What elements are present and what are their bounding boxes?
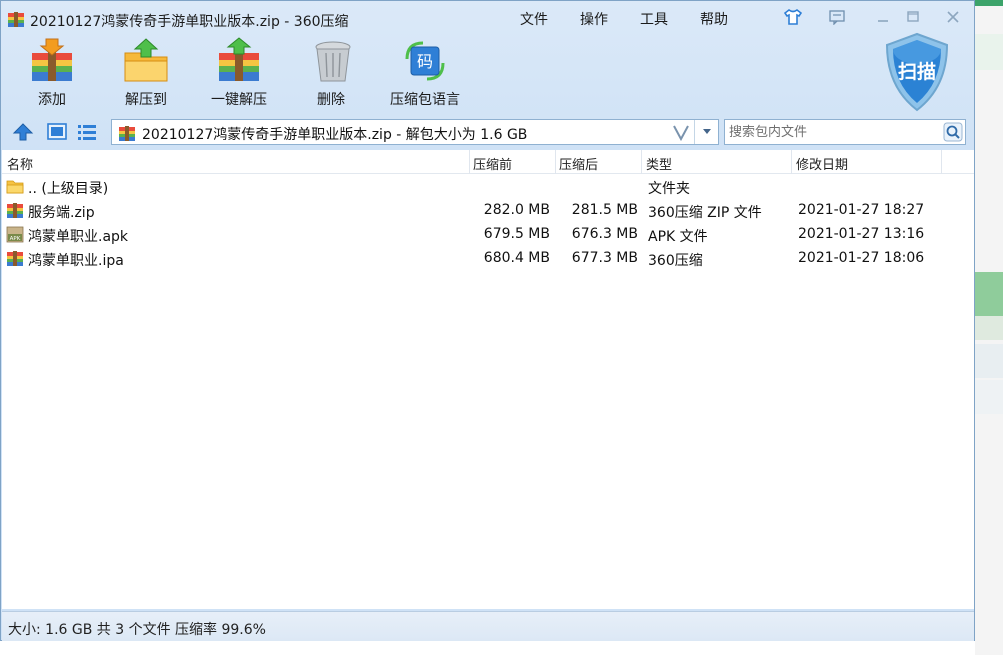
file-list[interactable]: 名称 压缩前 压缩后 类型 修改日期 .. (上级目录) 文件夹 服务端.zip…: [2, 150, 974, 609]
svg-text:码: 码: [417, 52, 433, 71]
search-icon[interactable]: [943, 122, 963, 142]
up-arrow-icon[interactable]: [11, 121, 35, 143]
one-click-extract-icon: [219, 37, 259, 81]
apk-file-icon: APK: [6, 226, 24, 243]
menu-help[interactable]: 帮助: [700, 9, 760, 29]
file-size-before: 282.0 MB: [483, 202, 550, 218]
file-date: 2021-01-27 13:16: [798, 226, 925, 242]
minimize-button[interactable]: [872, 7, 894, 27]
one-click-extract-label: 一键解压: [211, 92, 267, 108]
scan-label: 扫描: [897, 61, 936, 83]
column-size-before[interactable]: 压缩前: [473, 154, 512, 173]
file-size-after: 281.5 MB: [571, 202, 638, 218]
shirt-icon: [783, 9, 803, 25]
zip-archive-icon: [7, 251, 23, 266]
one-click-extract-button[interactable]: 一键解压: [207, 37, 271, 111]
table-row[interactable]: APK 鸿蒙单职业.apk 679.5 MB 676.3 MB APK 文件 2…: [2, 222, 974, 246]
chevron-down-icon: [702, 129, 711, 134]
archive-language-label: 压缩包语言: [390, 92, 460, 108]
extract-to-label: 解压到: [125, 92, 167, 108]
file-type: 文件夹: [648, 181, 690, 197]
add-label: 添加: [38, 92, 66, 108]
menu-bar: 文件 操作 工具 帮助: [520, 9, 760, 29]
address-dropdown-button[interactable]: [694, 120, 718, 144]
menu-operation[interactable]: 操作: [580, 9, 640, 29]
search-input[interactable]: [727, 122, 939, 142]
add-button[interactable]: 添加: [27, 37, 77, 111]
maximize-button[interactable]: [902, 7, 924, 27]
file-size-before: 680.4 MB: [483, 250, 550, 266]
scan-button[interactable]: 扫描: [881, 31, 953, 113]
address-row: 20210127鸿蒙传奇手游单职业版本.zip - 解包大小为 1.6 GB: [1, 117, 974, 147]
file-date: 2021-01-27 18:06: [798, 250, 925, 266]
feedback-button[interactable]: [826, 7, 848, 27]
encoding-icon: 码: [405, 41, 445, 81]
table-row[interactable]: .. (上级目录) 文件夹: [2, 174, 974, 198]
file-name: 服务端.zip: [28, 205, 95, 221]
folder-icon: [6, 180, 24, 194]
file-type: 360压缩 ZIP 文件: [648, 205, 762, 221]
address-path: 20210127鸿蒙传奇手游单职业版本.zip - 解包大小为 1.6 GB: [142, 127, 528, 143]
add-archive-icon: [32, 38, 72, 81]
status-text: 大小: 1.6 GB 共 3 个文件 压缩率 99.6%: [8, 622, 266, 638]
column-size-after[interactable]: 压缩后: [559, 154, 598, 173]
toolbar: 添加 解压到 一键解压 删除 码 压缩包语言: [1, 37, 871, 113]
window-title: 20210127鸿蒙传奇手游单职业版本.zip - 360压缩: [30, 14, 349, 30]
delete-button[interactable]: 删除: [309, 37, 353, 111]
archive-app-icon: [8, 12, 24, 27]
status-bar: 大小: 1.6 GB 共 3 个文件 压缩率 99.6%: [2, 611, 974, 641]
title-bar: 20210127鸿蒙传奇手游单职业版本.zip - 360压缩 文件 操作 工具…: [1, 1, 974, 35]
zip-archive-icon: [7, 203, 23, 218]
menu-tools[interactable]: 工具: [640, 9, 700, 29]
skin-button[interactable]: [782, 7, 804, 27]
svg-text:APK: APK: [10, 236, 21, 242]
menu-file[interactable]: 文件: [520, 9, 580, 29]
large-icon-view-icon[interactable]: [45, 121, 69, 143]
close-icon: [947, 11, 959, 23]
file-date: 2021-01-27 18:27: [798, 202, 925, 218]
file-size-after: 677.3 MB: [571, 250, 638, 266]
file-type: APK 文件: [648, 229, 708, 245]
message-icon: [829, 10, 845, 25]
check-v-icon: [673, 125, 689, 142]
delete-label: 删除: [317, 92, 345, 108]
file-size-before: 679.5 MB: [483, 226, 550, 242]
maximize-icon: [907, 11, 919, 22]
search-box: [724, 119, 966, 145]
file-size-after: 676.3 MB: [571, 226, 638, 242]
trash-icon: [315, 41, 351, 82]
file-name: 鸿蒙单职业.ipa: [28, 253, 124, 269]
table-row[interactable]: 鸿蒙单职业.ipa 680.4 MB 677.3 MB 360压缩 2021-0…: [2, 246, 974, 270]
archive-icon: [119, 126, 135, 141]
column-name[interactable]: 名称: [7, 154, 33, 173]
minimize-icon: [878, 20, 888, 22]
file-type: 360压缩: [648, 253, 703, 269]
column-type[interactable]: 类型: [646, 154, 672, 173]
list-view-icon[interactable]: [75, 121, 99, 143]
extract-to-button[interactable]: 解压到: [119, 37, 173, 111]
desktop-background: [975, 0, 1003, 655]
address-bar[interactable]: 20210127鸿蒙传奇手游单职业版本.zip - 解包大小为 1.6 GB: [111, 119, 719, 145]
archive-language-button[interactable]: 码 压缩包语言: [387, 37, 463, 111]
extract-folder-icon: [124, 38, 168, 82]
file-name: .. (上级目录): [28, 181, 109, 197]
table-row[interactable]: 服务端.zip 282.0 MB 281.5 MB 360压缩 ZIP 文件 2…: [2, 198, 974, 222]
column-date[interactable]: 修改日期: [796, 154, 848, 173]
list-header: 名称 压缩前 压缩后 类型 修改日期: [2, 150, 974, 174]
close-button[interactable]: [942, 7, 964, 27]
app-window: 20210127鸿蒙传奇手游单职业版本.zip - 360压缩 文件 操作 工具…: [0, 0, 975, 641]
file-name: 鸿蒙单职业.apk: [28, 229, 129, 245]
